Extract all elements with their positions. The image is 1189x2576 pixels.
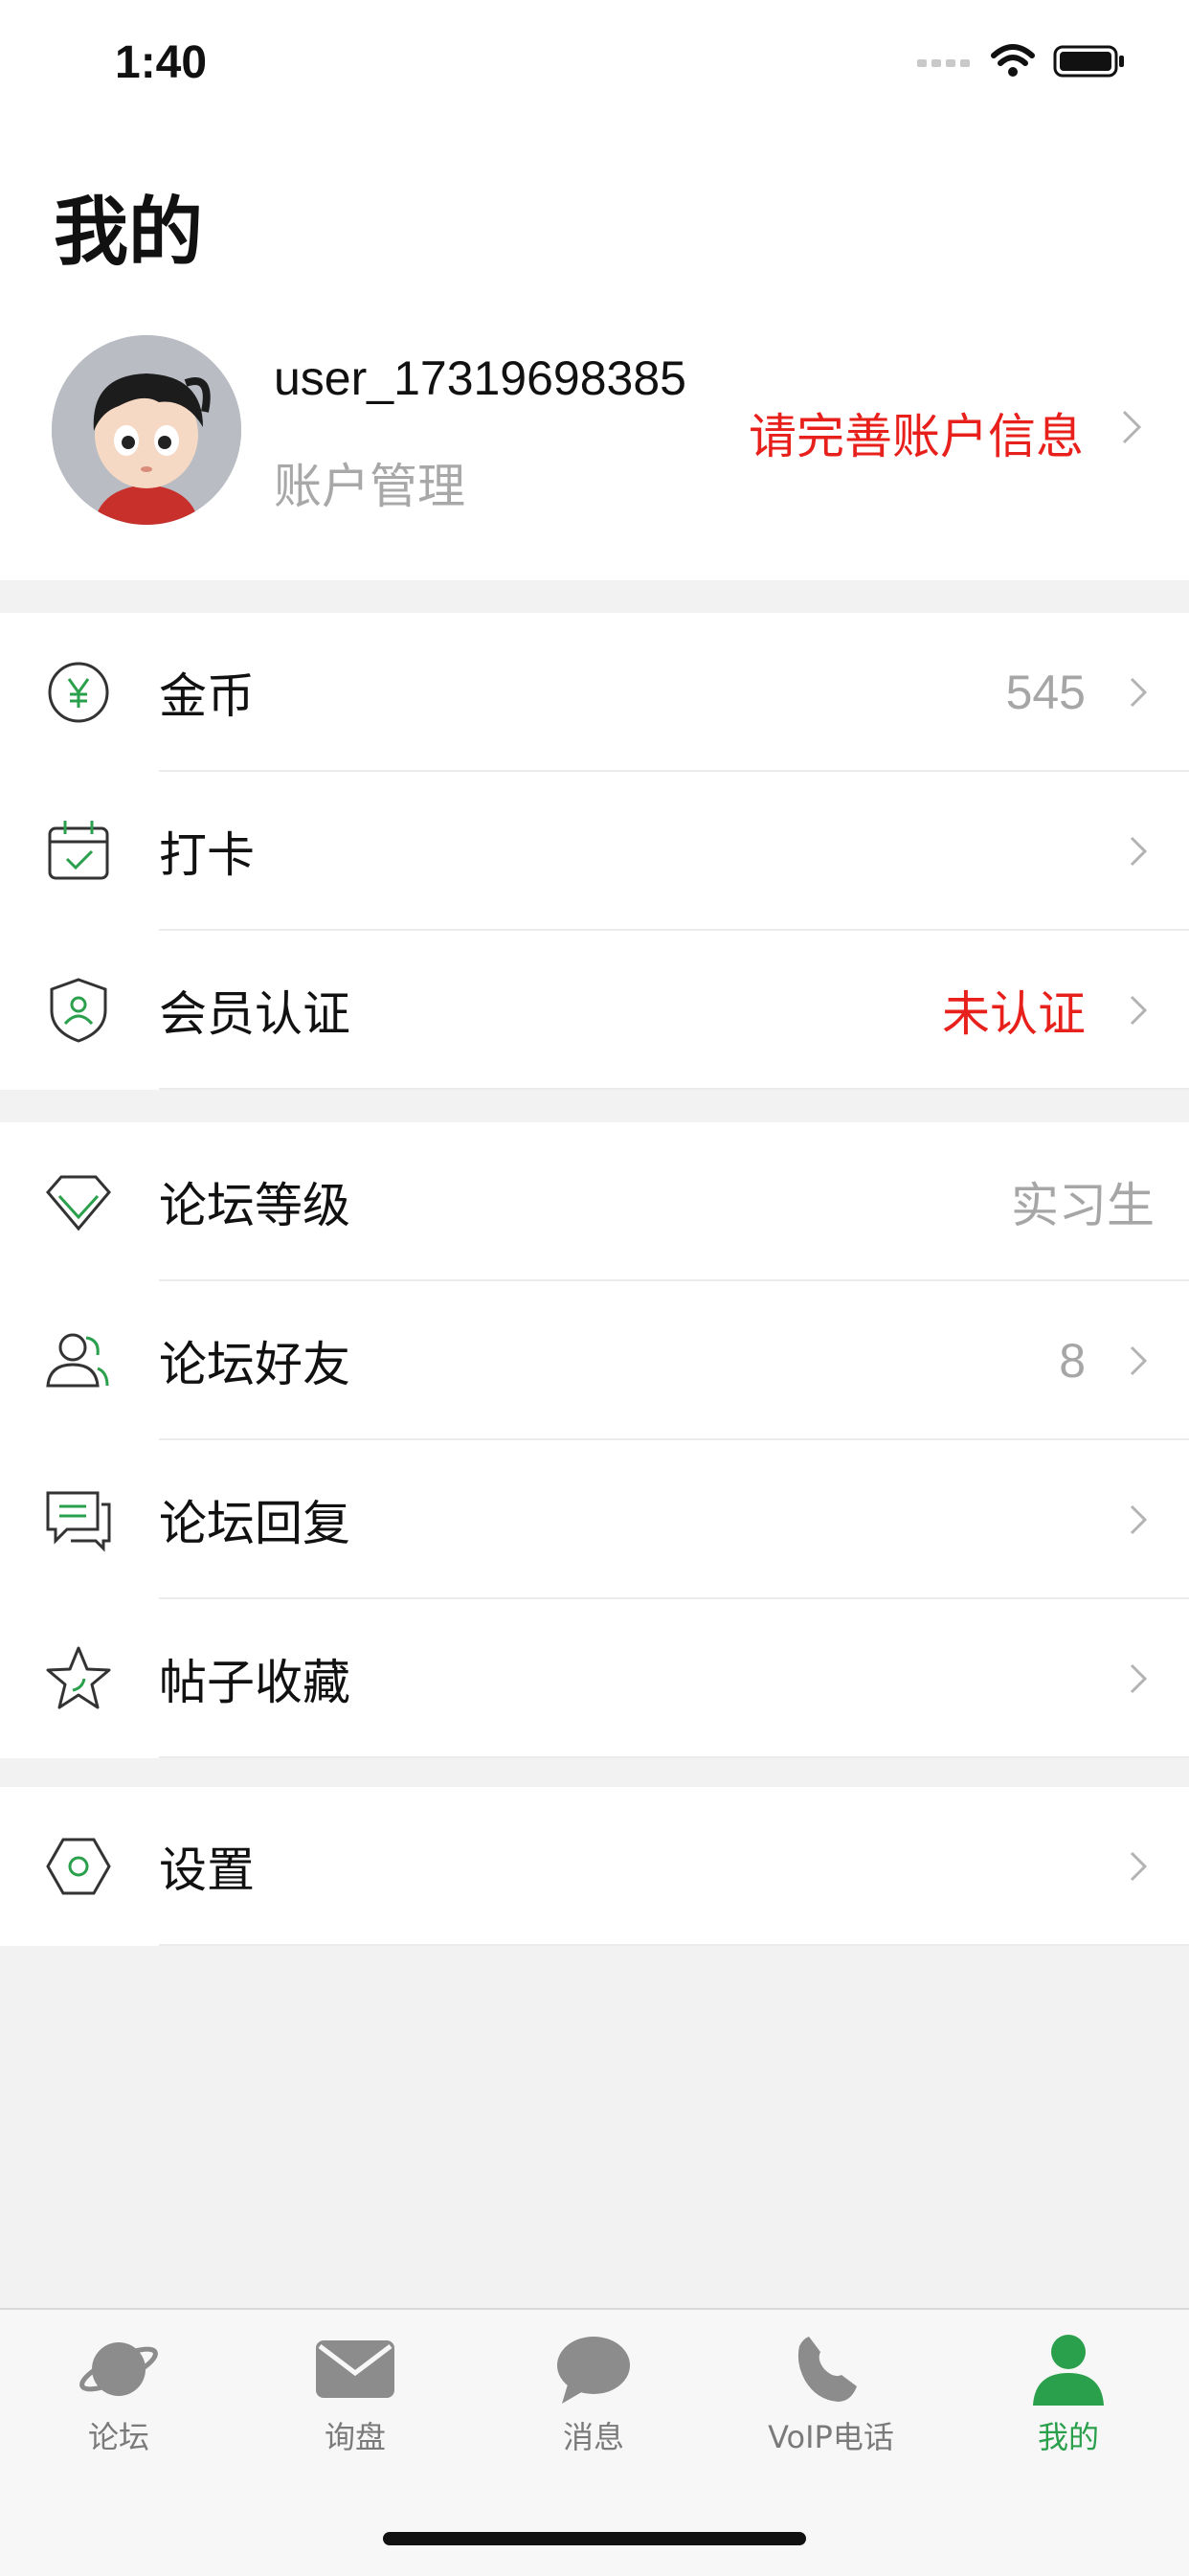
menu-row-forum-friends[interactable]: 论坛好友 8 [0,1281,1189,1440]
tab-label: 论坛 [87,2419,149,2455]
menu-row-label: 金币 [159,668,255,724]
battery-icon [1053,45,1124,78]
signal-icon [917,59,970,67]
menu-row-label: 论坛回复 [159,1496,350,1551]
chevron-right-icon [1122,410,1142,444]
planet-icon [79,2342,158,2396]
settings-hexagon-icon [46,1838,111,1895]
calendar-check-icon [48,821,109,880]
menu-row-member-verification[interactable]: 会员认证 未认证 [0,931,1189,1090]
complete-account-info-link[interactable]: 请完善账户信息 [749,398,1084,467]
page-title: 我的 [54,190,204,276]
star-icon [46,1646,111,1709]
wifi-icon [991,44,1035,77]
tab-label: 消息 [562,2419,624,2455]
menu-row-label: 论坛等级 [159,1178,350,1233]
chevron-right-icon [1130,677,1148,708]
diamond-icon [46,1175,111,1232]
tab-forum[interactable]: 论坛 [23,2331,214,2457]
mail-icon [316,2340,394,2398]
menu-row-settings[interactable]: 设置 [0,1787,1189,1946]
menu-group-forum: 论坛等级 实习生 论坛好友 8 论坛回复 帖子收藏 [0,1122,1189,1758]
status-time: 1:40 [115,37,208,88]
tab-voip[interactable]: VoIP电话 [735,2331,927,2457]
menu-row-coins[interactable]: 金币 545 [0,613,1189,772]
friends-count: 8 [1059,1334,1086,1388]
menu-group-settings: 设置 [0,1787,1189,1946]
account-management-link[interactable]: 账户管理 [274,448,465,517]
menu-row-label: 论坛好友 [159,1337,350,1392]
tab-inquiry[interactable]: 询盘 [259,2331,451,2457]
chevron-right-icon [1130,1663,1148,1694]
chevron-right-icon [1130,1504,1148,1535]
menu-group-account: 金币 545 打卡 会员认证 未认证 [0,613,1189,1090]
avatar[interactable] [52,335,241,525]
person-icon [1033,2335,1104,2406]
username: user_17319698385 [274,351,686,405]
verification-status: 未认证 [942,986,1086,1042]
avatar-illustration [52,335,241,525]
profile-header: 我的 user_17319698385 账户管理 请完善账户信息 [0,134,1189,580]
menu-row-forum-replies[interactable]: 论坛回复 [0,1440,1189,1599]
coin-yen-icon [48,662,109,723]
menu-row-label: 打卡 [159,827,255,883]
tab-label: VoIP电话 [768,2419,894,2455]
friends-icon [46,1333,109,1388]
menu-row-post-favorites[interactable]: 帖子收藏 [0,1599,1189,1758]
forum-level-value: 实习生 [1011,1178,1155,1233]
coin-balance: 545 [1005,666,1086,719]
chat-reply-icon [46,1491,111,1552]
shield-user-icon [50,978,107,1043]
tab-label: 询盘 [324,2419,386,2455]
home-indicator [383,2532,806,2545]
menu-row-checkin[interactable]: 打卡 [0,772,1189,931]
menu-row-forum-level[interactable]: 论坛等级 实习生 [0,1122,1189,1281]
tab-label: 我的 [1037,2419,1099,2455]
phone-icon [797,2337,857,2402]
tab-messages[interactable]: 消息 [498,2331,689,2457]
chevron-right-icon [1130,836,1148,867]
tab-me[interactable]: 我的 [973,2331,1164,2457]
chevron-right-icon [1130,995,1148,1026]
menu-row-label: 设置 [159,1842,255,1898]
status-bar: 1:40 [0,0,1189,134]
menu-row-label: 帖子收藏 [159,1655,350,1710]
chevron-right-icon [1130,1345,1148,1376]
menu-row-label: 会员认证 [159,986,350,1042]
chat-bubble-icon [557,2337,630,2404]
chevron-right-icon [1130,1851,1148,1882]
